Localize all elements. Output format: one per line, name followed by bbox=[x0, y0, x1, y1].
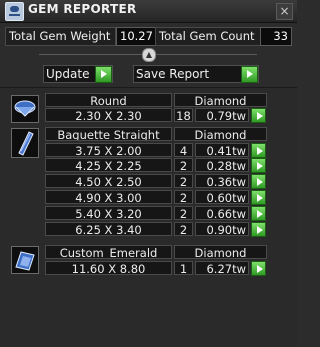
collapse-toggle-button[interactable]: ▲ bbox=[142, 48, 156, 62]
emerald-gem-icon bbox=[11, 246, 39, 274]
gem-quantity: 1 bbox=[174, 261, 193, 275]
group-shape-header: Custom_Emerald bbox=[45, 245, 172, 259]
select-gem-arrow-icon[interactable] bbox=[251, 190, 266, 205]
totals-bar: Total Gem Weight 10.27 Total Gem Count 3… bbox=[0, 27, 297, 46]
select-gem-arrow-icon[interactable] bbox=[251, 261, 266, 276]
group-shape-header: Baguette Straight bbox=[45, 127, 172, 141]
gem-weight: 0.79tw bbox=[195, 108, 249, 122]
group-material-header: Diamond bbox=[174, 245, 267, 259]
play-arrow-icon bbox=[95, 66, 112, 83]
gem-quantity: 2 bbox=[174, 158, 193, 172]
gem-size: 4.25 X 2.25 bbox=[45, 158, 172, 172]
select-gem-arrow-icon[interactable] bbox=[251, 206, 266, 221]
total-count-value: 33 bbox=[260, 27, 292, 46]
select-gem-arrow-icon[interactable] bbox=[251, 108, 266, 123]
group-material-header: Diamond bbox=[174, 127, 267, 141]
baguette-gem-icon bbox=[11, 128, 39, 158]
select-gem-arrow-icon[interactable] bbox=[251, 222, 266, 237]
gem-reporter-app-icon bbox=[5, 2, 24, 21]
gem-weight: 6.27tw bbox=[195, 261, 249, 275]
gem-weight: 0.90tw bbox=[195, 222, 249, 236]
round-gem-icon bbox=[11, 95, 39, 123]
gem-size: 2.30 X 2.30 bbox=[45, 108, 172, 122]
gem-quantity: 2 bbox=[174, 190, 193, 204]
save-report-button[interactable]: Save Report bbox=[133, 65, 259, 83]
gem-size: 3.75 X 2.00 bbox=[45, 143, 172, 157]
select-gem-arrow-icon[interactable] bbox=[251, 174, 266, 189]
gem-quantity: 2 bbox=[174, 222, 193, 236]
update-button[interactable]: Update bbox=[43, 65, 113, 83]
close-button[interactable]: × bbox=[276, 3, 293, 20]
gem-weight: 0.41tw bbox=[195, 143, 249, 157]
group-shape-header: Round bbox=[45, 93, 172, 107]
update-button-label: Update bbox=[46, 67, 90, 81]
gem-quantity: 18 bbox=[174, 108, 193, 122]
total-count-label: Total Gem Count bbox=[155, 27, 261, 46]
total-weight-label: Total Gem Weight bbox=[5, 27, 116, 46]
play-arrow-icon bbox=[241, 66, 258, 83]
gem-quantity: 2 bbox=[174, 206, 193, 220]
gem-size: 4.90 X 3.00 bbox=[45, 190, 172, 204]
window-title: GEM REPORTER bbox=[28, 2, 137, 16]
gem-weight: 0.60tw bbox=[195, 190, 249, 204]
gem-quantity: 4 bbox=[174, 143, 193, 157]
select-gem-arrow-icon[interactable] bbox=[251, 158, 266, 173]
save-report-button-label: Save Report bbox=[136, 67, 210, 81]
title-bar: GEM REPORTER × bbox=[0, 0, 297, 23]
select-gem-arrow-icon[interactable] bbox=[251, 143, 266, 158]
gem-weight: 0.28tw bbox=[195, 158, 249, 172]
gem-size: 6.25 X 3.40 bbox=[45, 222, 172, 236]
gem-weight: 0.66tw bbox=[195, 206, 249, 220]
gem-quantity: 2 bbox=[174, 174, 193, 188]
gem-weight: 0.36tw bbox=[195, 174, 249, 188]
gem-size: 5.40 X 3.20 bbox=[45, 206, 172, 220]
group-material-header: Diamond bbox=[174, 93, 267, 107]
total-weight-value: 10.27 bbox=[116, 27, 156, 46]
gem-size: 11.60 X 8.80 bbox=[45, 261, 172, 275]
gem-size: 4.50 X 2.50 bbox=[45, 174, 172, 188]
